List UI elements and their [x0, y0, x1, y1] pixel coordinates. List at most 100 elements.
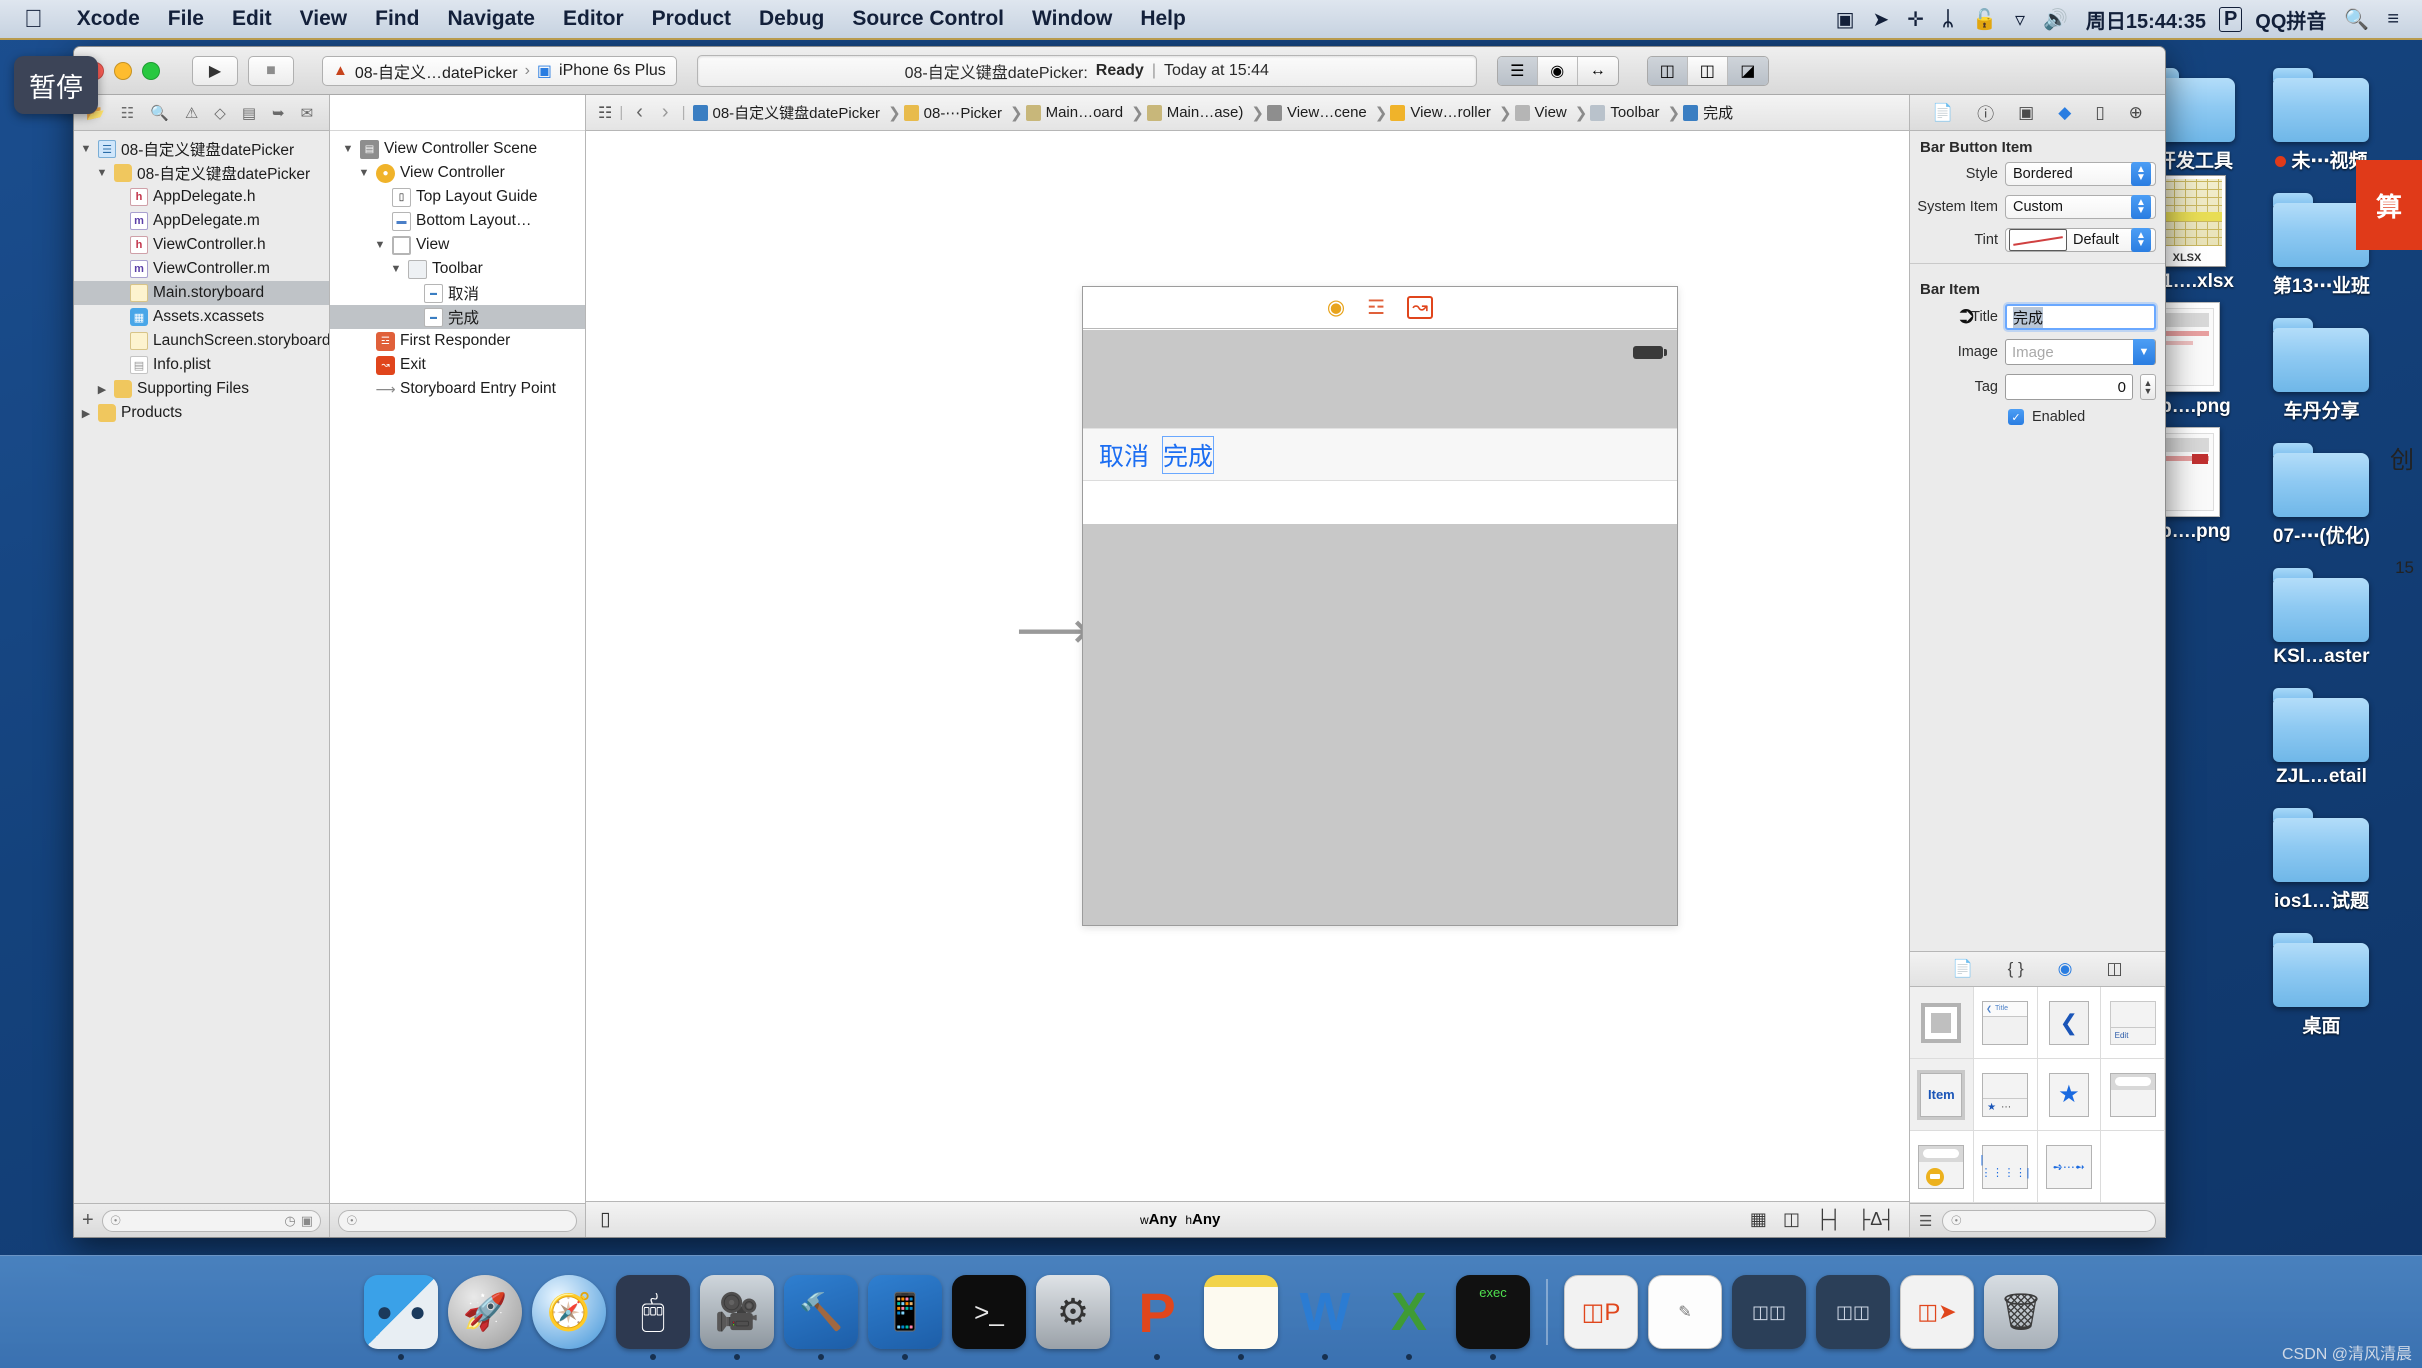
- file-inspector-icon[interactable]: 📄: [1932, 103, 1953, 123]
- breadcrumb-item[interactable]: Main…ase) ❯: [1146, 104, 1267, 122]
- input-method-label[interactable]: QQ拼音: [2246, 5, 2335, 34]
- connections-inspector-icon[interactable]: ⊕: [2129, 103, 2143, 123]
- image-combo[interactable]: Image ▼: [2005, 339, 2156, 365]
- view-controller-scene[interactable]: ◉ ☲ ↝ 取消 完成: [1082, 286, 1678, 926]
- disclosure-triangle[interactable]: ▼: [341, 143, 355, 155]
- outline-row[interactable]: ▯ Top Layout Guide: [330, 185, 585, 209]
- wifi-icon[interactable]: ▿: [2006, 7, 2034, 32]
- bar-button-done[interactable]: 完成: [1162, 435, 1215, 474]
- outline-filter-input[interactable]: ☉: [338, 1209, 577, 1232]
- symbol-navigator-icon[interactable]: ☷: [121, 104, 134, 122]
- menu-item-debug[interactable]: Debug: [745, 7, 838, 31]
- lib-fixed-space[interactable]: |⋮⋮⋮⋮|: [1973, 1131, 2038, 1203]
- library-view-toggle-icon[interactable]: ☰: [1919, 1212, 1932, 1230]
- apple-logo-icon[interactable]: : [24, 5, 43, 34]
- attributes-inspector-icon[interactable]: ◆: [2058, 103, 2071, 123]
- embed-in-icon[interactable]: ◫: [1783, 1209, 1800, 1230]
- menu-item-edit[interactable]: Edit: [218, 7, 286, 31]
- ppt-doc-icon[interactable]: ◫➤: [1900, 1275, 1974, 1349]
- system-preferences-icon[interactable]: ⚙: [1036, 1275, 1110, 1349]
- navigator-row[interactable]: ▼ ☰ 08-自定义键盘datePicker: [74, 137, 329, 161]
- volume-icon[interactable]: 🔊: [2034, 7, 2077, 32]
- terminal-icon[interactable]: >_: [952, 1275, 1026, 1349]
- object-library-icon[interactable]: ◉: [2058, 959, 2073, 979]
- outline-row[interactable]: ▼ ● View Controller: [330, 161, 585, 185]
- outline-row[interactable]: ↝ Exit: [330, 353, 585, 377]
- powerpoint-icon[interactable]: P: [1120, 1275, 1194, 1360]
- breadcrumb-item[interactable]: View…cene ❯: [1266, 104, 1390, 122]
- disclosure-triangle[interactable]: ▼: [389, 263, 403, 275]
- navigator-row[interactable]: ▶ Supporting Files: [74, 377, 329, 401]
- lib-view-controller[interactable]: [1910, 987, 1974, 1059]
- menu-item-product[interactable]: Product: [638, 7, 745, 31]
- menu-item-navigate[interactable]: Navigate: [433, 7, 549, 31]
- forward-button[interactable]: ›: [656, 101, 675, 124]
- desktop-icon[interactable]: 桌面: [2256, 919, 2386, 1038]
- navigator-row[interactable]: ▦ Assets.xcassets: [74, 305, 329, 329]
- scheme-selector[interactable]: ▲ 08-自定义…datePicker › ▣ iPhone 6s Plus: [322, 55, 677, 86]
- clock-icon[interactable]: ◷: [284, 1213, 295, 1229]
- lib-back-bar-button[interactable]: ❮: [2037, 987, 2102, 1059]
- find-navigator-icon[interactable]: 🔍: [150, 104, 169, 122]
- outline-row[interactable]: ▼ Toolbar: [330, 257, 585, 281]
- lib-bar-button-item[interactable]: Item: [1910, 1059, 1974, 1131]
- identity-inspector-icon[interactable]: ▣: [2018, 103, 2034, 123]
- quick-help-icon[interactable]: ⓘ: [1977, 100, 1994, 125]
- desktop-icon[interactable]: ZJL…etail: [2256, 674, 2386, 788]
- test-navigator-icon[interactable]: ◇: [214, 104, 226, 122]
- menu-item-xcode[interactable]: Xcode: [63, 7, 154, 31]
- document-outline-tree[interactable]: ▼ ▤ View Controller Scene ▼ ● View Controller…: [330, 131, 585, 1203]
- desktop-icon[interactable]: KSl…aster: [2256, 554, 2386, 668]
- storyboard-canvas[interactable]: ⟶ ◉ ☲ ↝ 取消 完成: [586, 131, 1909, 1201]
- breakpoint-navigator-icon[interactable]: ➥: [272, 104, 285, 122]
- file-template-library-icon[interactable]: 📄: [1952, 959, 1973, 979]
- outline-row[interactable]: ▬ 取消: [330, 281, 585, 305]
- debug-navigator-icon[interactable]: ▤: [242, 104, 256, 122]
- menu-item-editor[interactable]: Editor: [549, 7, 638, 31]
- xcode-simulator-icon[interactable]: 📱: [868, 1275, 942, 1360]
- stepper-icon[interactable]: ▲ ▼: [2140, 374, 2156, 400]
- lib-star-bar-item[interactable]: ★: [2037, 1059, 2102, 1131]
- navigator-row[interactable]: ▼ 08-自定义键盘datePicker: [74, 161, 329, 185]
- navigator-row[interactable]: h ViewController.h: [74, 233, 329, 257]
- simulated-content-view[interactable]: [1083, 524, 1677, 925]
- screen-recording-icon[interactable]: ▣: [1827, 7, 1864, 32]
- report-navigator-icon[interactable]: ✉: [301, 104, 314, 122]
- desktop-icon[interactable]: 07-⋯(优化): [2256, 429, 2386, 548]
- lib-edit-bar-button[interactable]: Edit: [2101, 987, 2165, 1059]
- notes-icon[interactable]: [1204, 1275, 1278, 1360]
- outline-row[interactable]: ☲ First Responder: [330, 329, 585, 353]
- desktop-icon[interactable]: 车丹分享: [2256, 304, 2386, 423]
- breadcrumb-item[interactable]: 08-⋯Picker ❯: [903, 104, 1026, 122]
- breadcrumb-item[interactable]: Main…oard ❯: [1025, 104, 1147, 122]
- title-field[interactable]: 完成: [2005, 304, 2156, 330]
- exec-icon[interactable]: exec: [1456, 1275, 1530, 1360]
- menu-item-help[interactable]: Help: [1126, 7, 1200, 31]
- bluetooth-icon[interactable]: ᛦ: [1933, 8, 1963, 31]
- screens2-doc-icon[interactable]: ◫◫: [1816, 1275, 1890, 1349]
- mouse-app-icon[interactable]: 🖱: [616, 1275, 690, 1360]
- disclosure-triangle[interactable]: ▶: [95, 383, 109, 396]
- menu-item-find[interactable]: Find: [361, 7, 433, 31]
- code-snippet-library-icon[interactable]: { }: [2008, 959, 2024, 979]
- disclosure-triangle[interactable]: ▼: [79, 143, 93, 155]
- control-center-icon[interactable]: ≡: [2378, 8, 2408, 31]
- menu-item-source-control[interactable]: Source Control: [838, 7, 1018, 31]
- breadcrumb-item[interactable]: View…roller ❯: [1390, 104, 1514, 122]
- breadcrumb-item[interactable]: 完成: [1683, 102, 1733, 123]
- lib-search-bar[interactable]: [2101, 1059, 2165, 1131]
- stop-button[interactable]: ■: [248, 55, 294, 86]
- view-controller-icon[interactable]: ◉: [1327, 295, 1345, 320]
- navigator-row[interactable]: m ViewController.m: [74, 257, 329, 281]
- back-button[interactable]: ‹: [630, 101, 649, 124]
- navigator-row[interactable]: Main.storyboard: [74, 281, 329, 305]
- source-control-filter-icon[interactable]: ▣: [301, 1213, 313, 1229]
- run-button[interactable]: ▶: [192, 55, 238, 86]
- media-library-icon[interactable]: ◫: [2107, 959, 2123, 979]
- bar-button-cancel[interactable]: 取消: [1099, 437, 1149, 473]
- breadcrumb-item[interactable]: Toolbar ❯: [1590, 104, 1683, 122]
- outline-row[interactable]: ▼ ▤ View Controller Scene: [330, 137, 585, 161]
- style-popup[interactable]: Bordered ▲ ▼: [2005, 162, 2156, 186]
- navigator-row[interactable]: LaunchScreen.storyboard: [74, 329, 329, 353]
- input-method-badge[interactable]: P: [2218, 6, 2243, 32]
